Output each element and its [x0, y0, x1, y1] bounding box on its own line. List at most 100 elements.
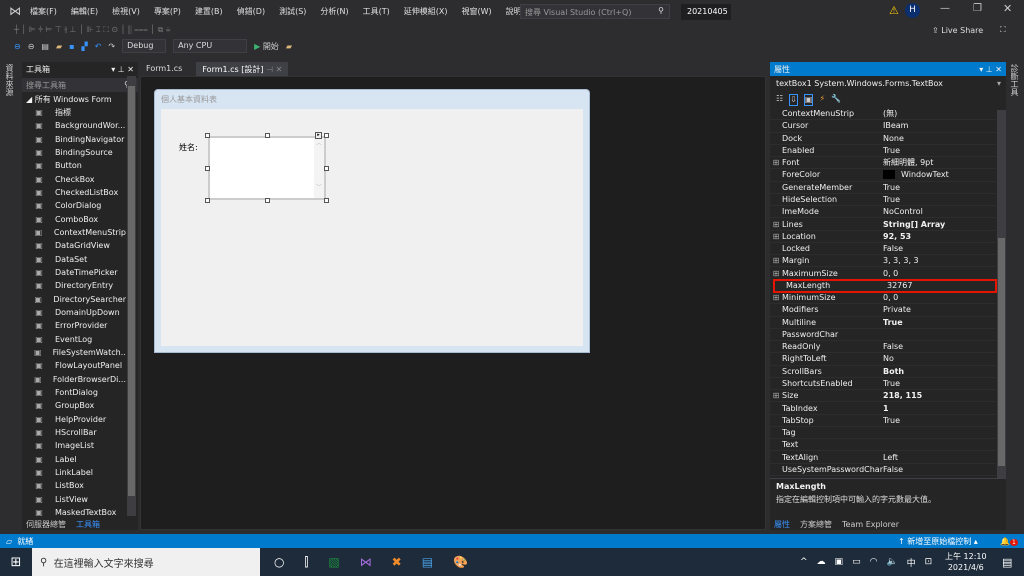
toolbox-item[interactable]: ▣ FlowLayoutPanel	[22, 359, 126, 372]
properties-scrollbar[interactable]	[997, 110, 1006, 478]
diagnostic-tools-tab[interactable]: 診斷工具	[1010, 64, 1020, 96]
property-value[interactable]: (無)	[883, 108, 897, 119]
property-row[interactable]: ⊞ Margin 3, 3, 3, 3	[770, 255, 996, 268]
toolbox-item[interactable]: ▣ FolderBrowserDi...	[22, 373, 126, 386]
undo-icon[interactable]: ↶	[95, 42, 102, 51]
onedrive-icon[interactable]: ☁	[817, 557, 826, 567]
alphabetical-icon[interactable]: ⇩	[789, 94, 798, 106]
property-row[interactable]: TabStop True	[770, 415, 996, 427]
toolbox-item[interactable]: ▣ CheckedListBox	[22, 186, 126, 199]
property-value[interactable]: 0, 0	[883, 269, 898, 278]
menu-item[interactable]: 延伸模組(X)	[404, 6, 448, 17]
back-icon[interactable]: ⊖	[14, 42, 21, 51]
find-in-files-icon[interactable]: ▰	[286, 42, 292, 51]
config-dropdown[interactable]: Debug	[122, 39, 167, 53]
textbox-scrollbar[interactable]: ︿ ﹀	[314, 138, 324, 198]
property-row[interactable]: ⊞ Location 92, 53	[770, 231, 996, 243]
menu-item[interactable]: 測試(S)	[279, 6, 306, 17]
minimize-button[interactable]: —	[940, 3, 950, 14]
toolbox-item[interactable]: ▣ ListBox	[22, 479, 126, 492]
resize-handle[interactable]	[324, 166, 329, 171]
battery-icon[interactable]: ▭	[852, 557, 861, 567]
property-value[interactable]: False	[883, 342, 903, 351]
feedback-icon[interactable]: ⛶	[1000, 25, 1006, 35]
expand-icon[interactable]: ⊞	[770, 256, 782, 265]
property-pages-icon[interactable]: 🔧	[831, 94, 841, 106]
property-value[interactable]: True	[883, 146, 900, 155]
toolbox-item[interactable]: ▣ DataSet	[22, 253, 126, 266]
ime-mode-icon[interactable]: ⊡	[925, 557, 933, 567]
show-hidden-icons[interactable]: ^	[800, 557, 808, 567]
property-value[interactable]: Both	[883, 367, 904, 376]
property-value[interactable]: 0, 0	[883, 293, 898, 302]
expand-icon[interactable]: ⊞	[770, 391, 782, 400]
vs-search-input[interactable]: 搜尋 Visual Studio (Ctrl+Q) ⚲	[520, 4, 670, 19]
toolbox-item[interactable]: ▣ LinkLabel	[22, 466, 126, 479]
close-icon[interactable]: ✕	[127, 65, 134, 74]
property-value[interactable]: String[] Array	[883, 220, 945, 229]
taskbar-search-input[interactable]: ⚲ 在這裡輸入文字來搜尋	[32, 548, 260, 576]
property-row[interactable]: TextAlign Left	[770, 451, 996, 464]
property-row[interactable]: TabIndex 1	[770, 402, 996, 415]
visual-studio-icon[interactable]: ⋈	[360, 555, 372, 569]
property-value[interactable]: IBeam	[883, 121, 908, 130]
ime-indicator[interactable]: 中	[907, 556, 916, 569]
tab-toolbox[interactable]: 工具箱	[76, 519, 100, 530]
form-designer[interactable]: 個人基本資料表 姓名: ︿ ﹀ ▸	[154, 89, 590, 353]
property-row[interactable]: ForeColor WindowText	[770, 169, 996, 182]
scroll-thumb[interactable]	[998, 238, 1005, 466]
toolbox-item[interactable]: ▣ BackgroundWor...	[22, 119, 126, 132]
expand-icon[interactable]: ⊞	[770, 220, 782, 229]
expand-icon[interactable]: ⊞	[770, 293, 782, 302]
object-selector[interactable]: textBox1 System.Windows.Forms.TextBox ▾	[770, 76, 1006, 92]
save-icon[interactable]: ▪	[69, 42, 74, 51]
toolbox-item[interactable]: ▣ ImageList	[22, 439, 126, 452]
property-value[interactable]: True	[883, 318, 903, 327]
toolbox-item[interactable]: ▣ HScrollBar	[22, 426, 126, 439]
close-icon[interactable]: ✕	[995, 65, 1002, 74]
property-row[interactable]: UseSystemPasswordChar False	[770, 464, 996, 476]
open-icon[interactable]: ▰	[56, 42, 62, 51]
label-name[interactable]: 姓名:	[179, 142, 198, 153]
toolbox-item[interactable]: ▣ HelpProvider	[22, 413, 126, 426]
pin-icon[interactable]: ⊥	[986, 65, 993, 74]
menu-item[interactable]: 檔案(F)	[30, 6, 57, 17]
tab-properties-0[interactable]: 屬性	[774, 519, 790, 530]
expand-icon[interactable]: ⊞	[770, 269, 782, 278]
pin-icon[interactable]: ⊥	[118, 65, 125, 74]
toolbox-item[interactable]: ▣ ErrorProvider	[22, 319, 126, 332]
tab-form1-cs[interactable]: Form1.cs	[140, 62, 188, 76]
toolbox-item[interactable]: ▣ DateTimePicker	[22, 266, 126, 279]
new-project-icon[interactable]: ▤	[41, 42, 49, 51]
toolbox-item[interactable]: ▣ Label	[22, 453, 126, 466]
property-row[interactable]: Enabled True	[770, 145, 996, 158]
events-icon[interactable]: ⚡	[819, 94, 825, 106]
toolbox-scrollbar[interactable]	[127, 76, 136, 516]
menu-item[interactable]: 偵錯(D)	[237, 6, 265, 17]
menu-item[interactable]: 視窗(W)	[462, 6, 492, 17]
resize-handle[interactable]	[324, 133, 329, 138]
toolbox-group[interactable]: ◢ 所有 Windows Form	[22, 94, 138, 106]
property-row[interactable]: ShortcutsEnabled True	[770, 378, 996, 391]
property-value[interactable]: False	[883, 465, 903, 474]
property-row[interactable]: HideSelection True	[770, 194, 996, 207]
resize-handle[interactable]	[205, 166, 210, 171]
data-sources-tab[interactable]: 資料來源	[5, 64, 15, 96]
toolbox-search-input[interactable]: 搜尋工具箱⚲▾	[22, 78, 138, 92]
action-center-icon[interactable]: ▤	[1002, 556, 1012, 569]
menu-item[interactable]: 編輯(E)	[71, 6, 98, 17]
property-row[interactable]: MaxLength 32767	[773, 278, 997, 294]
property-row[interactable]: Text	[770, 439, 996, 452]
resize-handle[interactable]	[205, 133, 210, 138]
expand-icon[interactable]: ⊞	[770, 158, 782, 167]
menu-item[interactable]: 檢視(V)	[112, 6, 140, 17]
dropdown-icon[interactable]: ▾	[979, 65, 983, 74]
properties-icon[interactable]: ▣	[803, 94, 814, 106]
property-value[interactable]: True	[883, 183, 900, 192]
property-value[interactable]: False	[883, 244, 903, 253]
categorized-icon[interactable]: ☷	[776, 94, 783, 106]
tab-server-explorer[interactable]: 伺服器總管	[26, 519, 66, 530]
tab-properties-1[interactable]: 方案總管	[800, 519, 832, 530]
property-row[interactable]: ScrollBars Both	[770, 366, 996, 378]
warning-icon[interactable]: ⚠	[889, 4, 899, 17]
